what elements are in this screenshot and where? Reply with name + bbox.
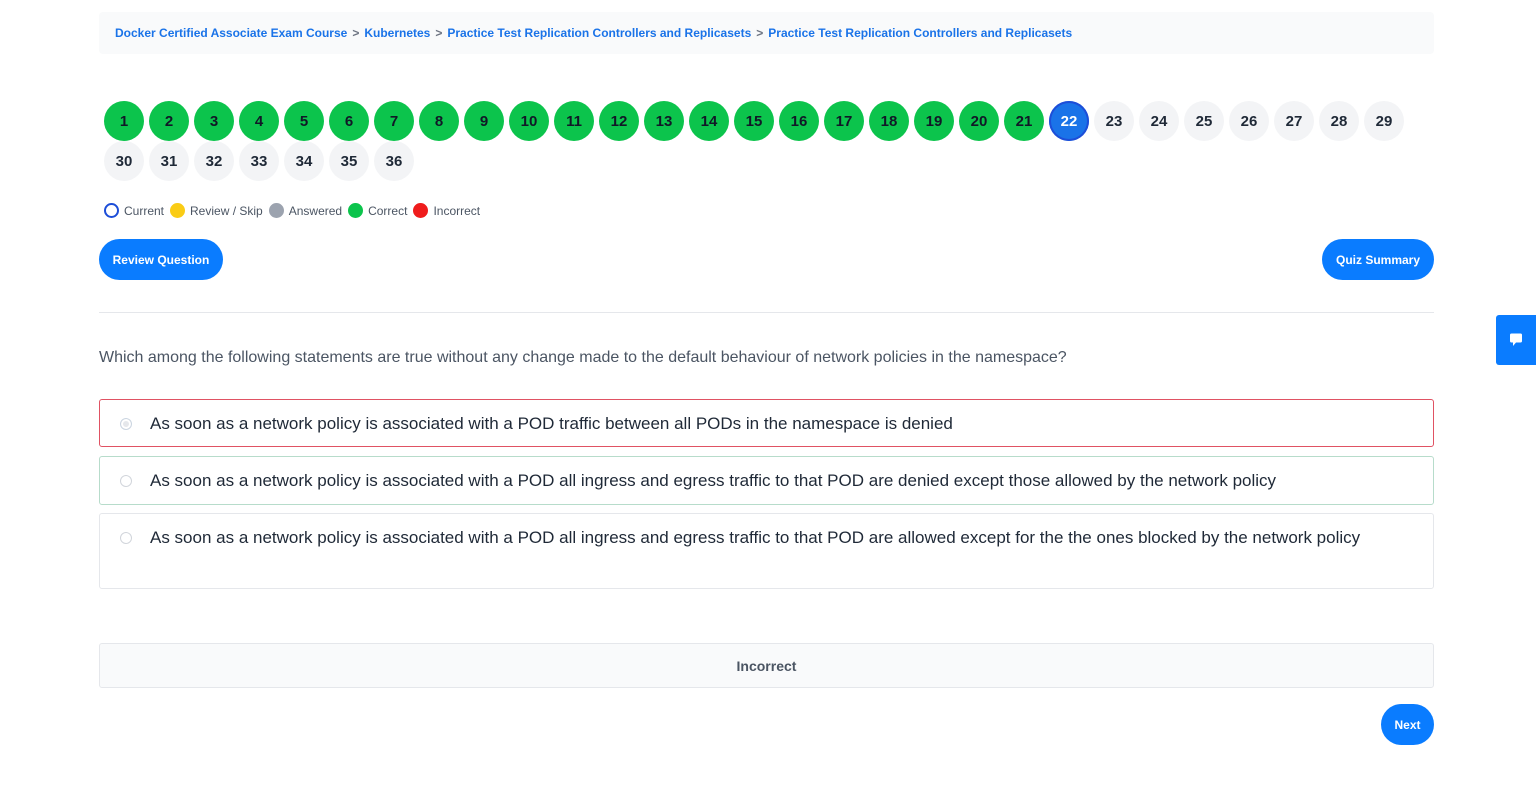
question-number-button[interactable]: 9 [464,101,504,141]
legend-incorrect: Incorrect [413,203,480,218]
legend-label: Review / Skip [190,203,263,218]
question-number-button[interactable]: 21 [1004,101,1044,141]
breadcrumb-separator: > [435,26,443,40]
breadcrumb-link-lesson[interactable]: Practice Test Replication Controllers an… [447,26,751,40]
review-dot-icon [170,203,186,218]
question-number-button[interactable]: 31 [149,141,189,181]
question-number-button[interactable]: 11 [554,101,594,141]
question-number-button[interactable]: 7 [374,101,414,141]
question-navigator: 1 2 3 4 5 6 7 8 9 10 11 12 13 14 15 16 17 18 19 20 21 22 23 24 2… [104,101,1414,181]
radio-button[interactable] [120,475,132,487]
question-number-button[interactable]: 12 [599,101,639,141]
question-number-button[interactable]: 33 [239,141,279,181]
breadcrumb-separator: > [756,26,764,40]
question-number-button[interactable]: 36 [374,141,414,181]
question-number-button[interactable]: 20 [959,101,999,141]
breadcrumb-separator: > [352,26,360,40]
question-number-button[interactable]: 34 [284,141,324,181]
question-number-button[interactable]: 35 [329,141,369,181]
legend-label: Current [124,203,165,218]
question-number-button[interactable]: 25 [1184,101,1224,141]
result-banner: Incorrect [99,643,1434,688]
question-number-button[interactable]: 10 [509,101,549,141]
feedback-tab[interactable] [1496,315,1536,365]
current-dot-icon [104,203,119,218]
question-text: Which among the following statements are… [99,349,1067,366]
status-legend: Current Review / Skip Answered Correct I… [104,203,486,218]
legend-current: Current [104,203,164,218]
chat-bubble-icon [1510,333,1522,346]
legend-review: Review / Skip [170,203,263,218]
result-text: Incorrect [736,657,797,674]
question-number-button[interactable]: 15 [734,101,774,141]
answer-option-3[interactable]: As soon as a network policy is associate… [99,513,1434,589]
divider [99,312,1434,313]
legend-label: Answered [288,203,343,218]
breadcrumb: Docker Certified Associate Exam Course >… [99,12,1434,54]
legend-correct: Correct [348,203,407,218]
legend-label: Incorrect [433,203,481,218]
question-number-button[interactable]: 29 [1364,101,1404,141]
review-question-button[interactable]: Review Question [99,239,223,280]
question-number-button[interactable]: 3 [194,101,234,141]
question-number-button[interactable]: 28 [1319,101,1359,141]
question-number-button[interactable]: 2 [149,101,189,141]
question-number-button[interactable]: 13 [644,101,684,141]
answer-label: As soon as a network policy is associate… [150,414,953,433]
question-number-button[interactable]: 18 [869,101,909,141]
question-number-button[interactable]: 24 [1139,101,1179,141]
answer-label: As soon as a network policy is associate… [150,471,1277,490]
question-number-button[interactable]: 6 [329,101,369,141]
correct-dot-icon [348,203,364,218]
breadcrumb-link-quiz[interactable]: Practice Test Replication Controllers an… [768,26,1072,40]
question-number-button[interactable]: 14 [689,101,729,141]
question-number-button[interactable]: 30 [104,141,144,181]
answered-dot-icon [268,203,284,218]
question-number-button[interactable]: 16 [779,101,819,141]
legend-answered: Answered [268,203,343,218]
next-button[interactable]: Next [1381,704,1434,745]
quiz-summary-button[interactable]: Quiz Summary [1322,239,1434,280]
question-number-button[interactable]: 27 [1274,101,1314,141]
question-number-button[interactable]: 17 [824,101,864,141]
answer-option-1[interactable]: As soon as a network policy is associate… [99,399,1434,447]
question-number-button[interactable]: 4 [239,101,279,141]
radio-button[interactable] [120,418,132,430]
question-number-button[interactable]: 19 [914,101,954,141]
legend-label: Correct [368,203,408,218]
answer-option-2[interactable]: As soon as a network policy is associate… [99,456,1434,505]
question-number-button[interactable]: 22 [1049,101,1089,141]
incorrect-dot-icon [413,203,429,218]
question-number-button[interactable]: 8 [419,101,459,141]
answer-label: As soon as a network policy is associate… [150,528,1361,547]
breadcrumb-link-section[interactable]: Kubernetes [364,26,430,40]
question-number-button[interactable]: 5 [284,101,324,141]
question-number-button[interactable]: 23 [1094,101,1134,141]
question-number-button[interactable]: 32 [194,141,234,181]
question-number-button[interactable]: 26 [1229,101,1269,141]
question-number-button[interactable]: 1 [104,101,144,141]
radio-button[interactable] [120,532,132,544]
breadcrumb-link-course[interactable]: Docker Certified Associate Exam Course [115,26,347,40]
